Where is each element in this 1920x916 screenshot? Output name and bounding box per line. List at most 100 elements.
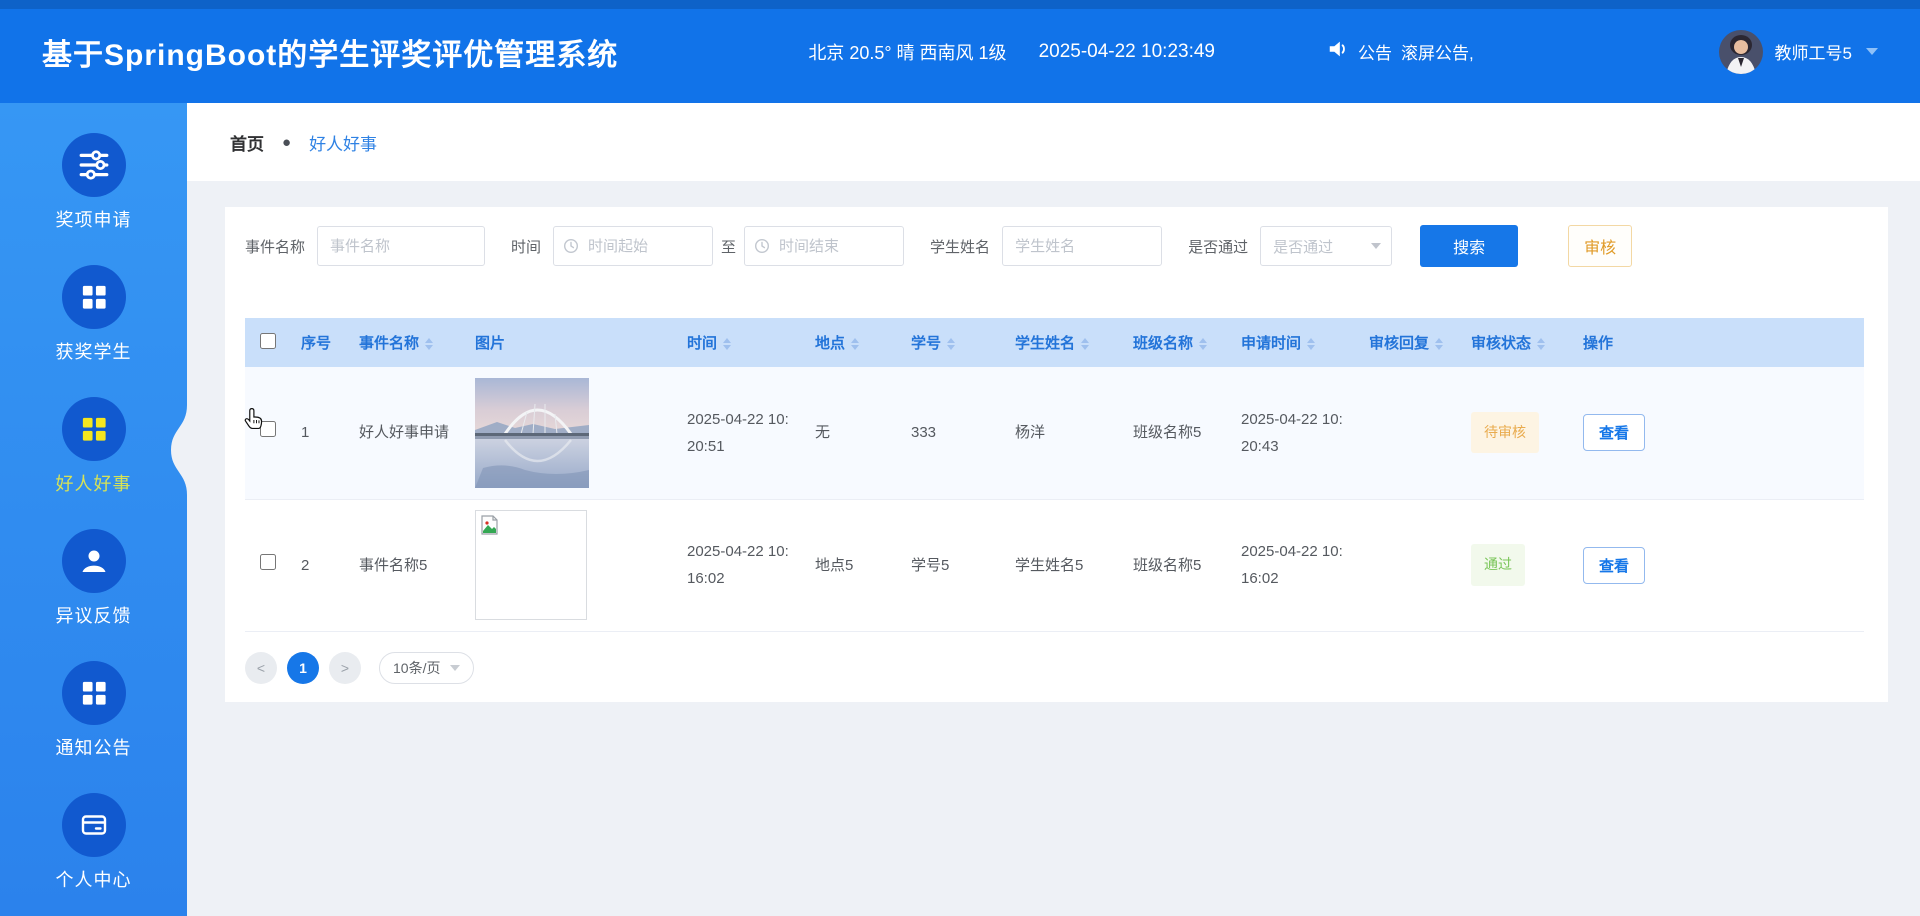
cell-student-name: 杨洋 [1005,367,1123,500]
user-icon [61,529,126,593]
col-student-id: 学号 [901,318,1005,367]
avatar[interactable] [1718,29,1763,74]
col-time: 时间 [677,318,805,367]
grid-icon [61,661,126,725]
announcement-bar: 公告 滚屏公告, [1327,38,1474,65]
sort-icon[interactable] [1435,338,1444,351]
sort-icon[interactable] [1307,338,1316,351]
sidebar-item-award-apply[interactable]: 奖项申请 [0,133,187,232]
breadcrumb-home[interactable]: 首页 [230,130,264,155]
status-badge: 待审核 [1471,412,1539,454]
sidebar-item-notices[interactable]: 通知公告 [0,661,187,760]
table-header-row: 序号 事件名称 图片 时间 地点 学号 学生姓名 班级名称 申请时间 审核回复 … [245,318,1864,367]
datetime-display: 2025-04-22 10:23:49 [1038,40,1215,62]
select-all-checkbox[interactable] [260,332,276,349]
view-button[interactable]: 查看 [1583,414,1646,452]
sidebar-item-label: 异议反馈 [55,606,132,626]
cell-time: 2025-04-22 10:16:02 [677,499,805,632]
cell-apply-time: 2025-04-22 10:20:43 [1231,367,1359,500]
sidebar-item-label: 好人好事 [55,474,132,494]
user-menu[interactable]: 教师工号5 [1718,29,1878,74]
cell-student-id: 学号5 [901,499,1005,632]
sidebar-item-dispute-feedback[interactable]: 异议反馈 [0,529,187,628]
row-checkbox[interactable] [260,553,276,570]
sort-icon[interactable] [947,338,956,351]
current-page-button[interactable]: 1 [287,651,319,684]
cell-apply-time: 2025-04-22 10:16:02 [1231,499,1359,632]
student-name-label: 学生姓名 [930,238,991,256]
app-title: 基于SpringBoot的学生评奖评优管理系统 [42,38,619,72]
content-card: 事件名称 时间 至 学生姓名 是否通过 是否通过 [225,207,1888,702]
sidebar-item-label: 获奖学生 [55,342,132,362]
chevron-down-icon [1866,48,1878,55]
search-button[interactable]: 搜索 [1420,225,1519,267]
cell-index: 1 [291,367,349,500]
event-name-label: 事件名称 [245,238,306,256]
sort-icon[interactable] [1537,338,1546,351]
main-content: 首页 ● 好人好事 事件名称 时间 至 学生姓名 是 [187,103,1920,916]
breadcrumb-current[interactable]: 好人好事 [309,130,377,155]
prev-page-button[interactable]: < [245,651,277,684]
sort-icon[interactable] [1081,338,1090,351]
cell-student-name: 学生姓名5 [1005,499,1123,632]
sidebar-item-label: 个人中心 [55,870,132,890]
chevron-down-icon [450,664,461,671]
broken-image-placeholder [475,510,587,620]
cell-location: 地点5 [805,499,901,632]
cell-review-reply [1359,499,1461,632]
cell-event-name: 好人好事申请 [349,367,465,500]
announcement-text: 滚屏公告, [1401,44,1474,63]
event-name-input[interactable] [317,226,486,266]
sort-icon[interactable] [425,338,434,351]
active-item-notch [171,405,187,495]
col-student-name: 学生姓名 [1005,318,1123,367]
card-icon [61,793,126,857]
table-row: 1 好人好事申请 2025-04-22 10:20:51 无 333 杨洋 班级… [245,367,1864,500]
speaker-icon [1327,38,1349,65]
status-badge: 通过 [1471,544,1525,586]
cell-time: 2025-04-22 10:20:51 [677,367,805,500]
view-button[interactable]: 查看 [1583,546,1646,584]
student-name-input[interactable] [1002,226,1163,266]
weather-info: 北京 20.5° 晴 西南风 1级 [808,42,1007,63]
announcement-label: 公告 [1358,44,1392,63]
pass-filter-label: 是否通过 [1188,238,1249,256]
user-name: 教师工号5 [1774,44,1852,63]
filter-bar: 事件名称 时间 至 学生姓名 是否通过 是否通过 [245,224,1864,268]
sidebar-item-good-deeds[interactable]: 好人好事 [0,397,187,496]
event-photo[interactable] [475,377,589,488]
cell-location: 无 [805,367,901,500]
col-apply-time: 申请时间 [1231,318,1359,367]
breadcrumb: 首页 ● 好人好事 [187,103,1920,181]
cell-event-name: 事件名称5 [349,499,465,632]
row-checkbox[interactable] [260,421,276,438]
sidebar-item-award-students[interactable]: 获奖学生 [0,265,187,364]
cell-class-name: 班级名称5 [1123,499,1231,632]
sliders-icon [61,133,126,197]
col-index: 序号 [291,318,349,367]
sidebar-item-profile[interactable]: 个人中心 [0,793,187,892]
cell-class-name: 班级名称5 [1123,367,1231,500]
pass-filter-select[interactable]: 是否通过 [1260,226,1393,266]
col-review-status: 审核状态 [1461,318,1573,367]
sidebar-item-label: 通知公告 [55,738,132,758]
grid-icon [61,265,126,329]
sort-icon[interactable] [851,338,860,351]
col-event-name: 事件名称 [349,318,465,367]
breadcrumb-separator: ● [282,133,292,151]
time-label: 时间 [511,238,542,256]
clock-icon [754,238,770,259]
next-page-button[interactable]: > [329,651,361,684]
sidebar-nav: 奖项申请 获奖学生 好人好事 异议反馈 通知公告 个人中心 [0,103,187,916]
review-button[interactable]: 审核 [1568,225,1633,267]
col-review-reply: 审核回复 [1359,318,1461,367]
cell-student-id: 333 [901,367,1005,500]
app-header: 基于SpringBoot的学生评奖评优管理系统 北京 20.5° 晴 西南风 1… [0,0,1920,103]
sort-icon[interactable] [1199,338,1208,351]
sort-icon[interactable] [723,338,732,351]
table-row: 2 事件名称5 2025-04-22 10:16:02 地点5 学号5 学生姓名… [245,499,1864,632]
cell-review-reply [1359,367,1461,500]
grid-icon [61,397,126,461]
page-size-select[interactable]: 10条/页 [379,651,475,684]
clock-icon [563,238,579,259]
